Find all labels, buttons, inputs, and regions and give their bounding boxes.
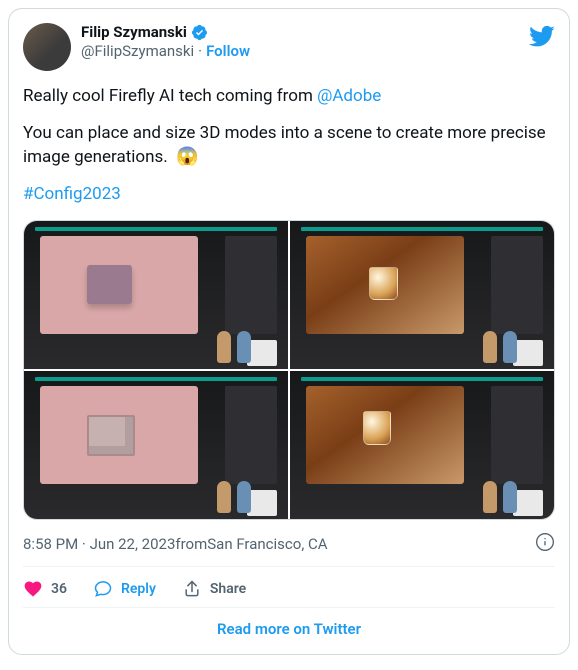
location-link[interactable]: San Francisco, CA: [207, 535, 327, 553]
tweet-text-line1: Really cool Firefly AI tech coming from: [23, 86, 317, 106]
media-image-4[interactable]: [290, 371, 554, 519]
mention-adobe[interactable]: @Adobe: [317, 86, 381, 106]
reply-label: Reply: [121, 581, 156, 597]
display-name[interactable]: Filip Szymanski: [81, 23, 187, 42]
share-label: Share: [210, 581, 246, 597]
like-count: 36: [51, 581, 67, 597]
tweet-card: Filip Szymanski @FilipSzymanski · Follow…: [8, 8, 570, 655]
heart-icon: [23, 579, 43, 599]
info-icon[interactable]: [535, 532, 555, 556]
tweet-header: Filip Szymanski @FilipSzymanski · Follow: [23, 23, 555, 71]
hashtag-config2023[interactable]: #Config2023: [23, 184, 121, 204]
media-image-2[interactable]: [290, 221, 554, 369]
emoji-scream: 😱: [176, 146, 198, 167]
tweet-text-line2: You can place and size 3D modes into a s…: [23, 123, 546, 167]
meta-row: 8:58 PM · Jun 22, 2023 from San Francisc…: [23, 532, 555, 556]
like-button[interactable]: 36: [23, 579, 67, 599]
media-image-1[interactable]: [24, 221, 288, 369]
media-grid: [23, 220, 555, 520]
media-image-3[interactable]: [24, 371, 288, 519]
handle[interactable]: @FilipSzymanski: [81, 42, 194, 61]
divider: [23, 566, 555, 567]
follow-link[interactable]: Follow: [206, 42, 250, 61]
twitter-logo-icon[interactable]: [529, 23, 555, 49]
share-icon: [182, 579, 202, 599]
separator-dot: ·: [198, 42, 202, 61]
timestamp[interactable]: 8:58 PM · Jun 22, 2023: [23, 535, 175, 553]
read-more-link[interactable]: Read more on Twitter: [23, 607, 555, 650]
reply-button[interactable]: Reply: [93, 579, 156, 599]
tweet-content: Really cool Firefly AI tech coming from …: [23, 85, 555, 206]
author-block: Filip Szymanski @FilipSzymanski · Follow: [81, 23, 250, 61]
from-label: from: [175, 535, 207, 553]
reply-icon: [93, 579, 113, 599]
share-button[interactable]: Share: [182, 579, 246, 599]
avatar[interactable]: [23, 23, 71, 71]
verified-icon: [191, 24, 208, 41]
actions-row: 36 Reply Share: [23, 577, 555, 607]
